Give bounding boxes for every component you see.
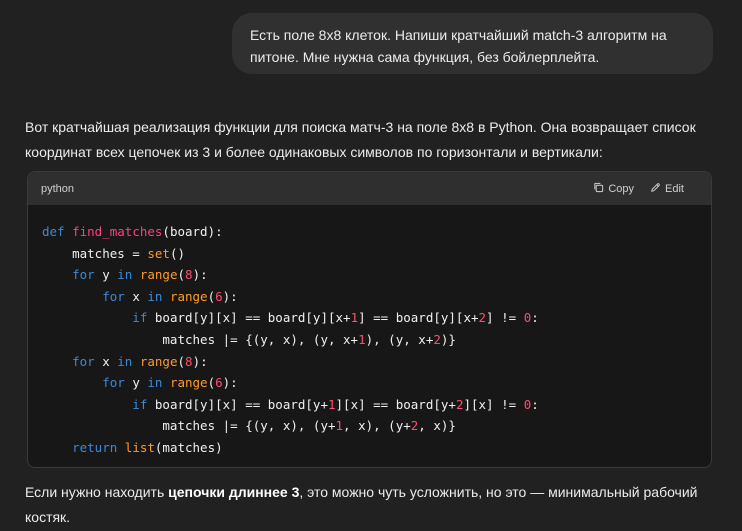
code-token: matches |= {(y, x), (y+ bbox=[42, 418, 336, 434]
code-token: ): bbox=[192, 353, 208, 369]
code-token: if bbox=[42, 396, 155, 412]
outro-text-before: Если нужно находить bbox=[25, 484, 169, 500]
code-token: board[y][x] == board[y+ bbox=[154, 396, 328, 412]
user-message-text: Есть поле 8x8 клеток. Напиши кратчайший … bbox=[250, 27, 667, 65]
code-line: matches |= {(y, x), (y+1, x), (y+2, x)} bbox=[42, 415, 711, 437]
code-token: 8 bbox=[185, 353, 193, 369]
copy-button[interactable]: Copy bbox=[593, 182, 634, 196]
code-actions: Copy Edit bbox=[593, 182, 684, 196]
outro-text-bold: цепочки длиннее 3 bbox=[168, 484, 300, 500]
code-token: board[y][x] == board[y][x+ bbox=[154, 310, 351, 326]
code-token: 6 bbox=[215, 288, 223, 304]
pencil-icon bbox=[650, 182, 661, 196]
code-token: ): bbox=[222, 288, 238, 304]
code-token: set bbox=[147, 245, 170, 261]
copy-icon bbox=[593, 182, 604, 196]
code-token: ( bbox=[177, 267, 186, 283]
code-line: return list(matches) bbox=[42, 437, 711, 459]
code-token: , x)} bbox=[418, 418, 456, 434]
code-token: matches = bbox=[42, 245, 148, 261]
code-line: for x in range(6): bbox=[42, 286, 711, 308]
code-token: in bbox=[117, 353, 140, 369]
code-token: for bbox=[42, 375, 133, 391]
code-token: in bbox=[117, 267, 140, 283]
code-token: ][x] != bbox=[463, 396, 524, 412]
assistant-outro-text: Если нужно находить цепочки длиннее 3, э… bbox=[25, 480, 725, 530]
code-token: ): bbox=[192, 267, 208, 283]
code-token: range bbox=[139, 353, 178, 369]
code-token: 1 bbox=[350, 310, 359, 326]
code-line: for y in range(8): bbox=[42, 264, 711, 286]
code-token: 1 bbox=[327, 396, 336, 412]
user-message-bubble: Есть поле 8x8 клеток. Напиши кратчайший … bbox=[232, 13, 713, 74]
code-token: 2 bbox=[478, 310, 487, 326]
code-line: if board[y][x] == board[y+1][x] == board… bbox=[42, 394, 711, 416]
code-token: )} bbox=[440, 331, 456, 347]
code-token: x bbox=[132, 288, 148, 304]
code-language-label: python bbox=[41, 182, 75, 195]
code-token: ( bbox=[207, 375, 216, 391]
code-token: range bbox=[139, 267, 178, 283]
code-token: y bbox=[132, 375, 148, 391]
code-line: if board[y][x] == board[y][x+1] == board… bbox=[42, 307, 711, 329]
code-line: matches |= {(y, x), (y, x+1), (y, x+2)} bbox=[42, 329, 711, 351]
code-token: for bbox=[42, 288, 133, 304]
code-token: : bbox=[531, 310, 539, 326]
code-token: if bbox=[42, 310, 155, 326]
code-token: for bbox=[42, 353, 103, 369]
edit-label: Edit bbox=[665, 182, 684, 195]
code-line: for x in range(8): bbox=[42, 351, 711, 373]
code-token: in bbox=[147, 288, 170, 304]
code-token: () bbox=[169, 245, 185, 261]
code-line: matches = set() bbox=[42, 243, 711, 265]
code-block: python Copy Edit def find_matches(board)… bbox=[27, 171, 712, 468]
code-token: range bbox=[169, 288, 208, 304]
code-token: matches |= {(y, x), (y, x+ bbox=[42, 331, 359, 347]
code-token: for bbox=[42, 267, 103, 283]
code-token: ] != bbox=[486, 310, 524, 326]
code-token: x bbox=[102, 353, 118, 369]
code-token: : bbox=[531, 396, 539, 412]
code-token: range bbox=[169, 375, 208, 391]
code-body: def find_matches(board): matches = set()… bbox=[28, 205, 711, 459]
code-token: y bbox=[102, 267, 118, 283]
code-token: 6 bbox=[215, 375, 223, 391]
code-token: 1 bbox=[358, 331, 366, 347]
code-token: def bbox=[42, 224, 73, 239]
code-token: ( bbox=[177, 353, 186, 369]
code-line: def find_matches(board): bbox=[42, 221, 711, 243]
code-block-header: python Copy Edit bbox=[28, 172, 711, 205]
edit-button[interactable]: Edit bbox=[650, 182, 684, 196]
code-token: (matches) bbox=[154, 439, 223, 455]
code-token: ( bbox=[207, 288, 216, 304]
code-token: , x), (y+ bbox=[343, 418, 411, 434]
code-token: list bbox=[124, 439, 155, 455]
code-token: return bbox=[42, 439, 125, 455]
code-token: 8 bbox=[185, 267, 193, 283]
copy-label: Copy bbox=[608, 182, 635, 195]
code-token: ][x] == board[y+ bbox=[335, 396, 456, 412]
code-token: ): bbox=[222, 375, 238, 391]
code-line: for y in range(6): bbox=[42, 372, 711, 394]
code-token: find_matches bbox=[72, 224, 163, 239]
code-token: ), (y, x+ bbox=[365, 331, 434, 347]
code-token: ] == board[y][x+ bbox=[358, 310, 479, 326]
code-token: 1 bbox=[335, 418, 344, 434]
code-token: in bbox=[147, 375, 170, 391]
code-token: (board): bbox=[162, 224, 223, 239]
assistant-intro-text: Вот кратчайшая реализация функции для по… bbox=[25, 119, 696, 160]
chat-page: Есть поле 8x8 клеток. Напиши кратчайший … bbox=[0, 0, 742, 531]
code-token: 2 bbox=[433, 331, 441, 347]
